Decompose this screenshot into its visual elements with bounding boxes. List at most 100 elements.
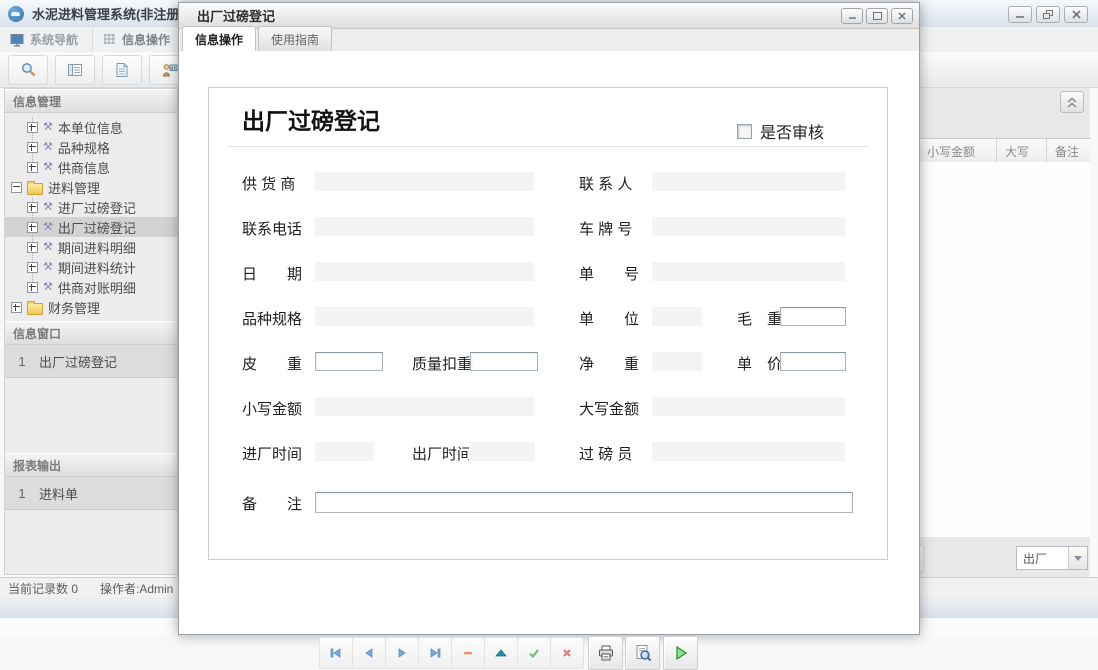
tree-folder-feed-mgmt[interactable]: 进料管理 — [5, 177, 177, 197]
weigher-field — [652, 442, 845, 461]
tree-item-spec[interactable]: ⚒ 品种规格 — [5, 137, 177, 157]
print-preview-button[interactable] — [625, 636, 660, 670]
expand-icon[interactable] — [27, 142, 38, 153]
time-out-label: 出厂时间 — [412, 443, 472, 464]
confirm-icon — [527, 646, 541, 660]
expand-icon[interactable] — [27, 282, 38, 293]
audit-label: 是否审核 — [760, 119, 824, 143]
spec-field — [315, 307, 534, 326]
tree-item-unit-info[interactable]: ⚒ 本单位信息 — [5, 117, 177, 137]
expand-icon[interactable] — [27, 262, 38, 273]
nav-first-button[interactable] — [319, 637, 353, 669]
tare-input[interactable] — [315, 352, 383, 371]
nav-next-button[interactable] — [385, 637, 419, 669]
panel-header-info[interactable]: 信息管理 — [5, 89, 177, 113]
deduct-input[interactable] — [470, 352, 538, 371]
tree-item-label: 供商信息 — [58, 158, 110, 177]
user-report-icon — [161, 62, 178, 78]
weigher-label: 过 磅 员 — [579, 443, 632, 464]
nav-last-button[interactable] — [418, 637, 452, 669]
tree-item-label: 品种规格 — [58, 138, 110, 157]
expand-icon[interactable] — [11, 302, 22, 313]
close-button[interactable] — [1064, 6, 1088, 23]
unit-field — [652, 307, 702, 326]
close-icon — [1072, 10, 1081, 19]
tree-item-exit-weigh[interactable]: ⚒ 出厂过磅登记 — [5, 217, 177, 237]
dialog-close-button[interactable] — [891, 8, 913, 24]
gross-input[interactable] — [780, 307, 846, 326]
tools-icon: ⚒ — [43, 282, 53, 293]
heading-divider — [227, 146, 869, 147]
minimize-button[interactable] — [1008, 6, 1032, 23]
weigh-type-dropdown[interactable]: 出厂 — [1016, 546, 1088, 570]
tree-folder-finance-mgmt[interactable]: 财务管理 — [5, 297, 177, 317]
expand-icon[interactable] — [27, 202, 38, 213]
collapse-panel-button[interactable] — [1060, 91, 1084, 113]
tab-info-operation[interactable]: 信息操作 — [182, 26, 256, 52]
delete-record-button[interactable] — [451, 637, 485, 669]
tree-item-label: 出厂过磅登记 — [58, 218, 136, 237]
tab-user-guide[interactable]: 使用指南 — [258, 26, 332, 51]
unit-label: 单 位 — [579, 308, 639, 329]
tree-item-period-stats[interactable]: ⚒ 期间进料统计 — [5, 257, 177, 277]
nav-tab-info[interactable]: 信息操作 — [93, 27, 185, 52]
restore-button[interactable] — [1036, 6, 1060, 23]
exit-weigh-form: 出厂过磅登记 是否审核 供 货 商 联 系 人 联系电话 车 牌 号 日 期 — [208, 87, 888, 560]
tree-item-label: 期间进料统计 — [58, 258, 136, 277]
tree-item-label: 本单位信息 — [58, 118, 123, 137]
tree-item-supplier-info[interactable]: ⚒ 供商信息 — [5, 157, 177, 177]
tools-icon: ⚒ — [43, 242, 53, 253]
execute-icon — [672, 644, 690, 662]
cancel-button[interactable] — [550, 637, 584, 669]
nav-tree: ⚒ 本单位信息 ⚒ 品种规格 ⚒ 供商信息 进料管理 ⚒ 进厂过磅登记 — [5, 113, 177, 321]
print-button[interactable] — [588, 636, 623, 670]
grid-col-amount-cn[interactable]: 大写 — [996, 139, 1046, 163]
tools-icon: ⚒ — [43, 142, 53, 153]
plate-field — [652, 217, 845, 236]
spec-label: 品种规格 — [242, 308, 302, 329]
execute-button[interactable] — [663, 636, 698, 670]
dialog-toolbar — [179, 637, 919, 669]
amount-cn-label: 大写金额 — [579, 398, 639, 419]
net-label: 净 重 — [579, 353, 639, 374]
list-item-index: 1 — [5, 486, 39, 501]
report-item[interactable]: 1 进料单 — [5, 477, 177, 510]
panel-header-report[interactable]: 报表输出 — [5, 453, 177, 477]
nav-prev-button[interactable] — [352, 637, 386, 669]
grid-col-remark[interactable]: 备注 — [1046, 139, 1090, 163]
expand-icon[interactable] — [27, 222, 38, 233]
tree-item-supplier-recon[interactable]: ⚒ 供商对账明细 — [5, 277, 177, 297]
nav-tab-label: 信息操作 — [122, 31, 170, 48]
tree-item-entry-weigh[interactable]: ⚒ 进厂过磅登记 — [5, 197, 177, 217]
dialog-minimize-button[interactable] — [841, 8, 863, 24]
nav-first-icon — [329, 646, 343, 660]
close-icon — [898, 12, 906, 20]
nav-tab-system[interactable]: 系统导航 — [0, 27, 93, 52]
grid-col-amount[interactable]: 小写金额 — [918, 139, 996, 163]
audit-checkbox[interactable] — [737, 124, 752, 139]
maximize-icon — [873, 12, 882, 20]
panel-header-window[interactable]: 信息窗口 — [5, 321, 177, 345]
price-input[interactable] — [780, 352, 846, 371]
expand-icon[interactable] — [27, 242, 38, 253]
confirm-button[interactable] — [517, 637, 551, 669]
tree-item-period-detail[interactable]: ⚒ 期间进料明细 — [5, 237, 177, 257]
minimize-icon — [848, 12, 857, 20]
list-view-button[interactable] — [55, 55, 95, 85]
tools-icon: ⚒ — [43, 162, 53, 173]
search-button[interactable] — [8, 55, 48, 85]
dialog-body: 出厂过磅登记 是否审核 供 货 商 联 系 人 联系电话 车 牌 号 日 期 — [179, 51, 919, 634]
document-button[interactable] — [102, 55, 142, 85]
contact-label: 联 系 人 — [579, 173, 632, 194]
info-window-item[interactable]: 1 出厂过磅登记 — [5, 345, 177, 378]
amount-label: 小写金额 — [242, 398, 302, 419]
document-icon — [114, 62, 130, 78]
expand-icon[interactable] — [27, 122, 38, 133]
collapse-icon[interactable] — [11, 182, 22, 193]
insert-record-button[interactable] — [484, 637, 518, 669]
dialog-tabbar: 信息操作 使用指南 — [179, 29, 919, 52]
remark-input[interactable] — [315, 492, 853, 513]
folder-icon — [27, 183, 43, 195]
dialog-maximize-button[interactable] — [866, 8, 888, 24]
expand-icon[interactable] — [27, 162, 38, 173]
